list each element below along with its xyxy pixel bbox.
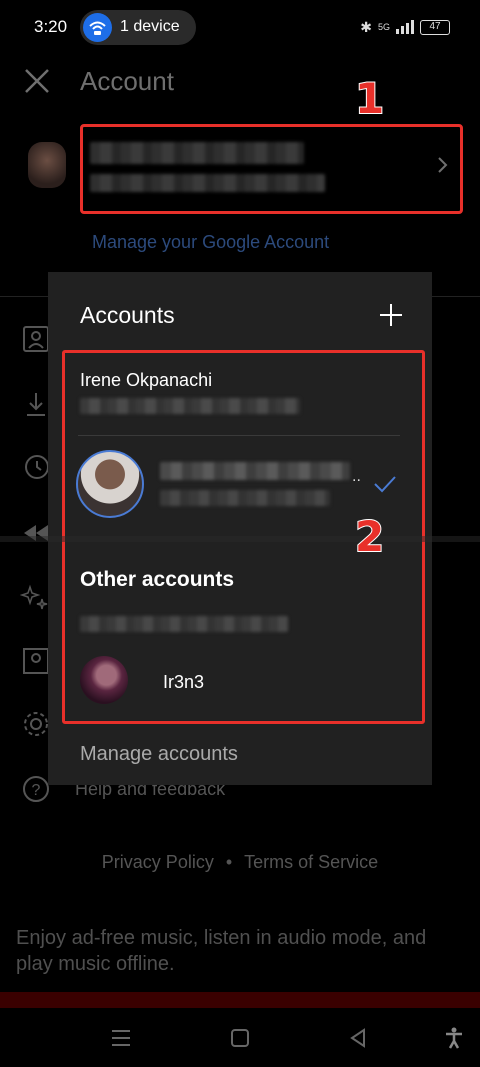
footer-separator: • (225, 852, 233, 872)
page-title: Account (80, 66, 174, 96)
wifi-device-icon (83, 13, 112, 42)
annotation-label-1: 1 (354, 73, 385, 124)
battery-icon: 47 (420, 19, 450, 35)
network-label: 5G (377, 22, 390, 32)
bluetooth-icon: ✱ (360, 18, 372, 35)
manage-accounts-link[interactable]: Manage accounts (80, 743, 238, 766)
status-time: 3:20 (34, 17, 68, 36)
scrim-line (0, 536, 480, 542)
device-pill-label: 1 device (120, 18, 180, 35)
plus-icon[interactable] (378, 302, 404, 328)
accessibility-icon[interactable] (442, 1026, 466, 1050)
close-icon[interactable] (22, 66, 52, 96)
promo-band[interactable] (0, 992, 480, 1008)
terms-link[interactable]: Terms of Service (244, 852, 378, 872)
menu-icon[interactable] (109, 1026, 133, 1050)
status-bar: 3:20 1 device ✱ 5G 47 (0, 0, 480, 56)
annotation-label-2: 2 (354, 511, 385, 562)
manage-google-account-link[interactable]: Manage your Google Account (92, 232, 329, 253)
popup-title: Accounts (80, 302, 175, 328)
svg-text:?: ? (32, 782, 41, 799)
promo-text: Enjoy ad-free music, listen in audio mod… (16, 927, 427, 975)
home-icon[interactable] (228, 1026, 252, 1050)
signal-icon (396, 20, 414, 34)
privacy-policy-link[interactable]: Privacy Policy (102, 852, 214, 872)
footer-links: Privacy Policy • Terms of Service (0, 852, 480, 873)
navigation-bar (0, 1008, 480, 1067)
back-icon[interactable] (346, 1026, 370, 1050)
avatar (28, 142, 66, 188)
status-icons: ✱ 5G 47 (360, 17, 450, 37)
annotation-box-1 (80, 124, 463, 214)
device-pill[interactable]: 1 device (80, 10, 196, 45)
